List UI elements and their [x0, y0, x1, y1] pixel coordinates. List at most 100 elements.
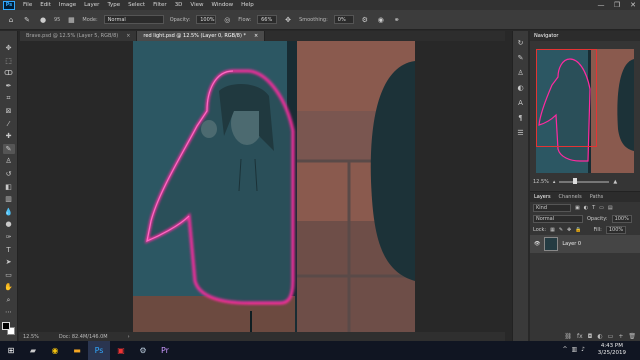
pen-tool-icon[interactable]: ✑	[3, 232, 15, 242]
close-button[interactable]: ✕	[628, 1, 638, 9]
zoom-level[interactable]: 12.5%	[23, 334, 39, 340]
zoom-tool-icon[interactable]: ⌕	[3, 295, 15, 305]
layer-row[interactable]: 👁 Layer 0	[530, 235, 640, 253]
file-explorer-icon[interactable]: ▰	[22, 341, 44, 360]
menu-filter[interactable]: Filter	[149, 2, 171, 8]
brush-tool-icon[interactable]: ✎	[2, 143, 15, 154]
blend-mode-select[interactable]: Normal	[533, 214, 583, 223]
maximize-button[interactable]: ❐	[612, 1, 622, 9]
start-windows-icon[interactable]: ⊞	[0, 341, 22, 360]
eraser-tool-icon[interactable]: ◧	[3, 182, 15, 192]
healing-brush-tool-icon[interactable]: ✚	[3, 131, 15, 141]
clone-stamp-tool-icon[interactable]: ♙	[3, 156, 15, 166]
chrome-icon[interactable]: ◉	[44, 341, 66, 360]
lock-position-icon[interactable]: ✥	[567, 227, 571, 233]
minimize-button[interactable]: —	[596, 1, 606, 9]
adjustment-layer-icon[interactable]: ◐	[597, 333, 602, 340]
more-tools-icon[interactable]: ⋯	[3, 307, 15, 317]
navigator-zoom-value[interactable]: 12.5%	[533, 179, 549, 185]
folder-icon[interactable]: ▬	[66, 341, 88, 360]
lasso-tool-icon[interactable]: ↀ	[3, 68, 15, 78]
photoshop-taskbar-icon[interactable]: Ps	[88, 341, 110, 360]
navigator-title[interactable]: Navigator	[534, 33, 558, 39]
brush-settings-icon[interactable]: ✎	[518, 54, 524, 62]
quick-select-tool-icon[interactable]: ✒	[3, 81, 15, 91]
fill-field[interactable]: 100%	[605, 225, 627, 234]
link-layers-icon[interactable]: ⛓	[564, 333, 572, 340]
clone-source-icon[interactable]: ♙	[517, 69, 523, 77]
mode-select[interactable]: Normal	[103, 15, 164, 24]
tab-channels[interactable]: Channels	[559, 194, 582, 200]
menu-type[interactable]: Type	[103, 2, 124, 8]
volume-icon[interactable]: ♪	[581, 346, 585, 353]
airbrush-icon[interactable]: ✥	[283, 15, 293, 25]
filter-adjust-icon[interactable]: ◐	[584, 205, 588, 211]
steam-icon[interactable]: ⚙	[132, 341, 154, 360]
add-mask-icon[interactable]: ◘	[588, 333, 593, 340]
smoothing-options-gear-icon[interactable]: ⚙	[360, 15, 370, 25]
filter-shape-icon[interactable]: ▭	[599, 205, 604, 211]
premiere-icon[interactable]: Pr	[154, 341, 176, 360]
lock-pixels-icon[interactable]: ▦	[550, 227, 555, 233]
crop-tool-icon[interactable]: ⌗	[3, 93, 15, 103]
zoom-in-icon[interactable]: ▲	[613, 179, 617, 185]
filter-pixel-icon[interactable]: ▣	[575, 205, 580, 211]
tab-red-light[interactable]: red light.psd @ 12.5% (Layer 0, RGB/8) *…	[137, 31, 266, 41]
hand-tool-icon[interactable]: ✋	[3, 282, 15, 292]
brush-tool-icon[interactable]: ✎	[22, 15, 32, 25]
pressure-size-icon[interactable]: ◉	[376, 15, 386, 25]
blur-tool-icon[interactable]: 💧	[3, 207, 15, 217]
move-tool-icon[interactable]: ✥	[3, 43, 15, 53]
marquee-tool-icon[interactable]: ⬚	[3, 56, 15, 66]
status-arrow-icon[interactable]: ›	[128, 334, 130, 340]
path-selection-tool-icon[interactable]: ➤	[3, 257, 15, 267]
lock-paint-icon[interactable]: ✎	[559, 227, 563, 233]
foreground-color-swatch[interactable]	[1, 322, 10, 331]
menu-view[interactable]: View	[186, 2, 207, 8]
delete-layer-icon[interactable]: 🗑	[628, 333, 636, 340]
tab-layers[interactable]: Layers	[534, 194, 551, 200]
history-brush-tool-icon[interactable]: ↺	[3, 169, 15, 179]
visibility-eye-icon[interactable]: 👁	[534, 241, 540, 247]
dodge-tool-icon[interactable]: ●	[3, 219, 15, 229]
adjustments-icon[interactable]: ◐	[517, 84, 523, 92]
history-icon[interactable]: ↻	[518, 39, 524, 47]
zoom-slider-handle[interactable]	[573, 178, 578, 184]
layer-name[interactable]: Layer 0	[562, 241, 581, 247]
pressure-opacity-icon[interactable]: ◎	[222, 15, 232, 25]
type-tool-icon[interactable]: T	[3, 245, 15, 255]
character-icon[interactable]: A	[518, 99, 523, 107]
menu-image[interactable]: Image	[55, 2, 80, 8]
gradient-tool-icon[interactable]: ▥	[3, 194, 15, 204]
layer-style-icon[interactable]: fx	[577, 333, 583, 340]
zoom-slider[interactable]	[559, 178, 610, 184]
network-icon[interactable]: ▥	[571, 346, 577, 353]
tab-close-icon[interactable]: ×	[254, 33, 258, 39]
filter-kind-select[interactable]: Kind	[533, 203, 571, 212]
smoothing-field[interactable]: 0%	[333, 15, 354, 24]
brush-panel-icon[interactable]: ▦	[66, 15, 76, 25]
lock-all-icon[interactable]: 🔒	[575, 227, 581, 233]
navigator-thumbnail[interactable]	[536, 49, 634, 173]
tab-brave[interactable]: Brave.psd @ 12.5% (Layer 5, RGB/8) ×	[20, 31, 138, 41]
tray-chevron-icon[interactable]: ^	[562, 346, 567, 353]
menu-file[interactable]: File	[19, 2, 36, 8]
brush-preset-icon[interactable]: ●	[38, 15, 48, 25]
menu-help[interactable]: Help	[237, 2, 258, 8]
tab-paths[interactable]: Paths	[590, 194, 604, 200]
frame-tool-icon[interactable]: ⊠	[3, 106, 15, 116]
filter-type-icon[interactable]: T	[592, 205, 595, 211]
new-group-icon[interactable]: ▭	[608, 333, 614, 340]
tab-close-icon[interactable]: ×	[126, 33, 130, 39]
filter-smart-icon[interactable]: ▤	[608, 205, 613, 211]
paragraph-icon[interactable]: ¶	[518, 114, 522, 122]
rectangle-tool-icon[interactable]: ▭	[3, 270, 15, 280]
artwork-canvas[interactable]	[19, 41, 505, 332]
canvas-area[interactable]	[19, 41, 505, 332]
eyedropper-tool-icon[interactable]: ⁄	[3, 119, 15, 129]
menu-window[interactable]: Window	[207, 2, 237, 8]
taskbar-clock[interactable]: 4:43 PM 3/25/2019	[598, 343, 626, 357]
red-app-icon[interactable]: ▣	[110, 341, 132, 360]
menu-edit[interactable]: Edit	[36, 2, 55, 8]
opacity-field[interactable]: 100%	[196, 15, 217, 24]
